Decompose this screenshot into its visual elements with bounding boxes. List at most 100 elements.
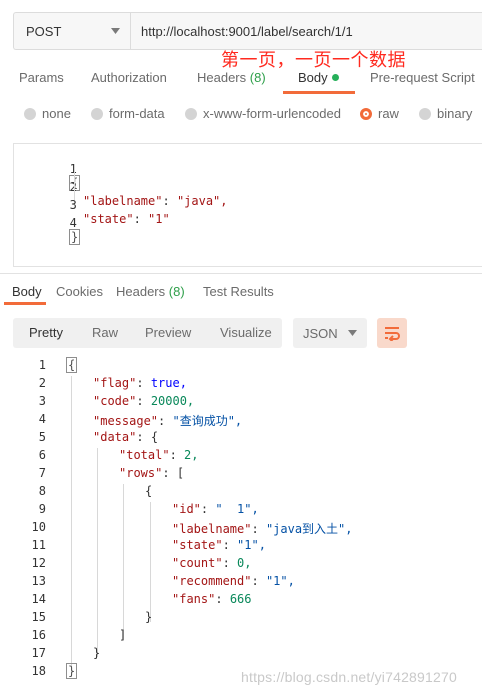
view-pretty-button[interactable]: Pretty <box>29 325 63 340</box>
json-key: "code" <box>93 394 137 408</box>
view-preview-button[interactable]: Preview <box>145 325 191 340</box>
radio-circle-icon <box>91 107 103 120</box>
resp-tab-body[interactable]: Body <box>12 284 42 299</box>
code-text: "state": "1", <box>172 538 266 552</box>
wrap-lines-button[interactable] <box>377 318 407 348</box>
view-visualize-label: Visualize <box>220 325 272 340</box>
code-text: } <box>93 646 101 660</box>
line-number: 11 <box>31 538 46 552</box>
resp-tab-test-results-label: Test Results <box>203 284 274 299</box>
code-line: 1{ <box>0 357 482 376</box>
code-text: "recommend": "1", <box>172 574 295 588</box>
code-text: "flag": true, <box>93 376 187 390</box>
json-value: { <box>150 430 159 444</box>
line-number: 1 <box>38 358 46 372</box>
tab-body[interactable]: Body <box>298 70 339 85</box>
code-line: 15} <box>0 610 482 628</box>
view-visualize-button[interactable]: Visualize <box>220 325 272 340</box>
code-line: 1 { <box>14 148 482 191</box>
indent-guide <box>74 164 75 200</box>
active-tab-indicator <box>283 91 355 94</box>
line-number: 7 <box>38 466 46 480</box>
json-key: "count" <box>172 556 223 570</box>
code-line: 6 "total": 2, <box>0 448 482 466</box>
annotation-text: 第一页，一页一个数据 <box>221 50 406 71</box>
view-pretty-label: Pretty <box>29 325 63 340</box>
code-line: 4 "message": "查询成功", <box>0 412 482 430</box>
json-key: "id" <box>172 502 201 516</box>
radio-raw[interactable]: raw <box>360 106 399 121</box>
radio-none[interactable]: none <box>24 106 71 121</box>
tab-pre-request-script[interactable]: Pre-request Script <box>370 70 475 85</box>
response-tabs: Body Cookies Headers (8) Test Results <box>0 284 482 304</box>
code-line: 3 "code": 20000, <box>0 394 482 412</box>
line-number: 8 <box>38 484 46 498</box>
request-body-editor[interactable]: 1 { 2 "labelname": "java", 3 "state": "1… <box>13 143 482 267</box>
json-value: 0, <box>237 556 252 570</box>
code-text: } <box>66 663 78 679</box>
resp-tab-cookies-label: Cookies <box>56 284 103 299</box>
code-line: 12 "count": 0, <box>0 556 482 574</box>
brace: } <box>69 229 81 245</box>
code-line: 8{ <box>0 484 482 502</box>
json-key: "recommend" <box>172 574 252 588</box>
tab-body-label: Body <box>298 70 328 85</box>
line-number: 17 <box>31 646 46 660</box>
line-number: 12 <box>31 556 46 570</box>
json-key: "fans" <box>172 592 216 606</box>
code-text: "message": "查询成功", <box>93 414 243 428</box>
radio-urlencoded-label: x-www-form-urlencoded <box>203 106 341 121</box>
resp-tab-headers[interactable]: Headers (8) <box>116 284 185 299</box>
view-raw-button[interactable]: Raw <box>92 325 118 340</box>
tab-pre-request-label: Pre-request Script <box>370 70 475 85</box>
json-value: "java到入土", <box>265 522 353 536</box>
status-dot-icon <box>331 74 339 81</box>
line-number: 15 <box>31 610 46 624</box>
tab-params[interactable]: Params <box>19 70 64 85</box>
brace: { <box>66 357 78 373</box>
method-label: POST <box>26 23 62 39</box>
line-number: 18 <box>31 664 46 678</box>
code-text: { <box>145 484 153 498</box>
body-type-radios: none form-data x-www-form-urlencoded raw… <box>0 106 482 124</box>
code-text: "count": 0, <box>172 556 252 570</box>
tab-headers[interactable]: Headers (8) <box>197 70 266 85</box>
line-number: 14 <box>31 592 46 606</box>
code-text: } <box>145 610 153 624</box>
code-line: 2 "labelname": "java", <box>14 166 482 208</box>
url-text: http://localhost:9001/label/search/1/1 <box>141 23 353 39</box>
radio-binary[interactable]: binary <box>419 106 472 121</box>
format-select-label: JSON <box>303 325 338 341</box>
radio-binary-label: binary <box>437 106 473 121</box>
radio-urlencoded[interactable]: x-www-form-urlencoded <box>185 106 341 121</box>
json-value: "查询成功", <box>172 414 243 428</box>
wrap-lines-icon <box>385 327 400 341</box>
json-key: "data" <box>93 430 137 444</box>
json-value: [ <box>176 466 185 480</box>
chevron-down-icon <box>348 330 357 336</box>
code-text: "total": 2, <box>119 448 199 462</box>
url-input[interactable]: http://localhost:9001/label/search/1/1 <box>131 13 482 49</box>
line-number: 2 <box>38 376 46 390</box>
resp-tab-test-results[interactable]: Test Results <box>203 284 274 299</box>
code-text: "id": " 1", <box>172 502 259 516</box>
code-line: 3 "state": "1" <box>14 184 482 226</box>
line-number: 6 <box>38 448 46 462</box>
line-number: 9 <box>38 502 46 516</box>
code-line: 13 "recommend": "1", <box>0 574 482 592</box>
code-line: 7 "rows": [ <box>0 466 482 484</box>
radio-circle-icon <box>419 107 431 120</box>
code-line: 9 "id": " 1", <box>0 502 482 520</box>
method-select[interactable]: POST <box>14 13 131 49</box>
line-number: 13 <box>31 574 46 588</box>
resp-tab-cookies[interactable]: Cookies <box>56 284 103 299</box>
tab-authorization[interactable]: Authorization <box>91 70 167 85</box>
panel-divider[interactable] <box>0 273 482 274</box>
response-body[interactable]: 1{ 2 "flag": true, 3 "code": 20000, 4 "mess… <box>0 356 482 686</box>
radio-form-data[interactable]: form-data <box>91 106 165 121</box>
code-text: "fans": 666 <box>172 592 252 606</box>
format-select[interactable]: JSON <box>293 318 367 348</box>
json-key: "message" <box>93 414 159 428</box>
view-raw-label: Raw <box>92 325 119 340</box>
code-text: { <box>66 357 78 373</box>
